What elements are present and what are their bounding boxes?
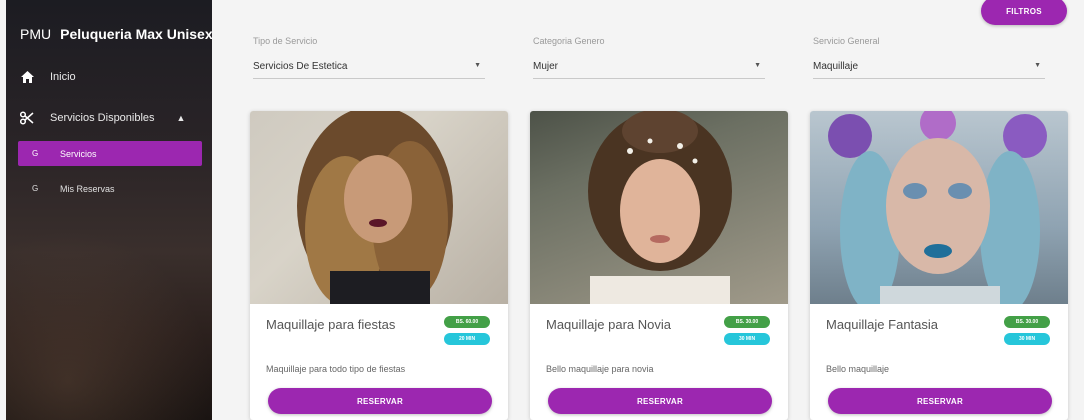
service-card: Maquillaje para fiestas BS. 60.00 20 MIN… <box>250 111 508 420</box>
select-value: Mujer <box>533 61 559 72</box>
service-card: Maquillaje Fantasia BS. 30.00 30 MIN Bel… <box>810 111 1068 420</box>
price-badge: BS. 30.00 <box>724 316 770 328</box>
filter-label: Categoria Genero <box>533 36 605 46</box>
filter-servicio-general: Servicio General Maquillaje ▼ <box>813 36 1045 79</box>
filter-categoria-genero: Categoria Genero Mujer ▼ <box>533 36 765 79</box>
service-title: Maquillaje para Novia <box>546 317 672 332</box>
subitem-marker: G <box>32 184 39 193</box>
filter-label: Servicio General <box>813 36 880 46</box>
sidebar-subitem-label: Servicios <box>60 148 97 159</box>
servicio-general-select[interactable]: Maquillaje ▼ <box>813 59 1045 79</box>
price-badge: BS. 60.00 <box>444 316 490 328</box>
service-badges: BS. 30.00 30 MIN <box>724 316 770 345</box>
service-image <box>530 111 788 304</box>
duration-badge: 30 MIN <box>1004 333 1050 345</box>
filter-tipo-servicio: Tipo de Servicio Servicios De Estetica ▼ <box>253 36 485 79</box>
price-badge: BS. 30.00 <box>1004 316 1050 328</box>
sidebar-item-label: Inicio <box>50 71 76 83</box>
dropdown-arrow-icon: ▼ <box>754 62 761 69</box>
sidebar: PMU Peluqueria Max Unisex Inicio Servici… <box>6 0 212 420</box>
subitem-marker: G <box>32 149 39 158</box>
sidebar-subitem-label: Mis Reservas <box>60 183 115 194</box>
select-value: Servicios De Estetica <box>253 61 348 72</box>
dropdown-arrow-icon: ▼ <box>1034 62 1041 69</box>
duration-badge: 30 MIN <box>724 333 770 345</box>
categoria-genero-select[interactable]: Mujer ▼ <box>533 59 765 79</box>
home-icon <box>20 70 34 84</box>
reserve-button[interactable]: RESERVAR <box>828 388 1052 414</box>
app: PMU Peluqueria Max Unisex Inicio Servici… <box>0 0 1084 420</box>
service-image <box>250 111 508 304</box>
sidebar-item-inicio[interactable]: Inicio <box>20 70 76 84</box>
scissors-icon <box>20 111 34 125</box>
sidebar-item-servicios-disponibles[interactable]: Servicios Disponibles ▲ <box>20 111 185 125</box>
brand-name: Peluqueria Max Unisex <box>60 26 212 42</box>
service-title: Maquillaje para fiestas <box>266 317 396 332</box>
sidebar-item-label: Servicios Disponibles <box>50 112 155 124</box>
service-badges: BS. 30.00 30 MIN <box>1004 316 1050 345</box>
duration-badge: 20 MIN <box>444 333 490 345</box>
brand[interactable]: PMU Peluqueria Max Unisex <box>20 26 212 42</box>
service-image <box>810 111 1068 304</box>
service-title: Maquillaje Fantasia <box>826 317 939 332</box>
service-description: Bello maquillaje <box>826 364 890 374</box>
filters-button[interactable]: FILTROS <box>981 0 1067 25</box>
select-value: Maquillaje <box>813 61 859 72</box>
service-description: Maquillaje para todo tipo de fiestas <box>266 364 406 374</box>
service-description: Bello maquillaje para novia <box>546 364 654 374</box>
sidebar-subitem-servicios[interactable]: G Servicios <box>18 141 202 166</box>
service-badges: BS. 60.00 20 MIN <box>444 316 490 345</box>
dropdown-arrow-icon: ▼ <box>474 62 481 69</box>
service-card: Maquillaje para Novia BS. 30.00 30 MIN B… <box>530 111 788 420</box>
reserve-button[interactable]: RESERVAR <box>268 388 492 414</box>
chevron-up-icon: ▲ <box>176 113 186 123</box>
filter-label: Tipo de Servicio <box>253 36 318 46</box>
reserve-button[interactable]: RESERVAR <box>548 388 772 414</box>
sidebar-subitem-mis-reservas[interactable]: G Mis Reservas <box>18 176 202 201</box>
brand-abbr: PMU <box>20 26 52 42</box>
tipo-servicio-select[interactable]: Servicios De Estetica ▼ <box>253 59 485 79</box>
